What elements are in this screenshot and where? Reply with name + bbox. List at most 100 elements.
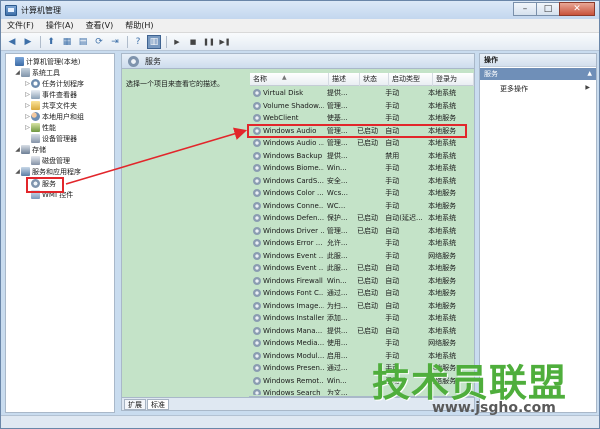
service-startup-type: 手动 xyxy=(385,114,400,123)
pause-service-icon[interactable]: ❚❚ xyxy=(202,35,216,49)
collapse-icon[interactable]: ◢ xyxy=(14,168,21,175)
center-pane-title: 服务 xyxy=(145,56,161,66)
column-header-status[interactable]: 状态 xyxy=(360,73,389,86)
submenu-arrow-icon[interactable]: ▶ xyxy=(585,84,590,91)
service-status: 已启动 xyxy=(357,326,379,335)
table-row[interactable]: Volume Shadow... 管理... 手动 本地系统 xyxy=(250,100,464,113)
watermark-url: www.jsgho.com xyxy=(432,400,556,416)
start-service-icon[interactable]: ▶ xyxy=(170,35,184,49)
table-row[interactable]: Windows Biome... Win... 手动 本地系统 xyxy=(250,162,464,175)
actions-title: 操作 xyxy=(480,54,596,67)
tree-item-event-viewer[interactable]: ▷ 事件查看器 xyxy=(24,89,77,100)
maximize-button[interactable]: □ xyxy=(536,2,560,16)
minimize-button[interactable]: – xyxy=(513,2,537,16)
restart-service-icon[interactable]: ▶❚ xyxy=(218,35,232,49)
table-row[interactable]: Windows Backup 提供... 禁用 本地系统 xyxy=(250,150,464,163)
service-name: Virtual Disk xyxy=(250,89,324,98)
menu-action[interactable]: 操作(A) xyxy=(40,20,80,31)
expand-icon[interactable]: ▷ xyxy=(24,91,31,98)
actions-section-services[interactable]: 服务 ▲ xyxy=(480,68,596,80)
table-row[interactable]: Windows Firewall Win... 已启动 自动 本地服务 xyxy=(250,275,464,288)
table-row[interactable]: Windows Media... 使用... 手动 网络服务 xyxy=(250,337,464,350)
forward-icon[interactable]: ▶ xyxy=(21,35,35,49)
service-name-text: Windows Firewall xyxy=(263,276,323,285)
service-startup-type: 手动 xyxy=(385,339,400,348)
collapse-icon[interactable]: ◢ xyxy=(14,69,21,76)
collapse-caret-icon[interactable]: ▲ xyxy=(587,68,592,80)
menu-view[interactable]: 查看(V) xyxy=(80,20,120,31)
table-row[interactable]: Windows Font C... 通过... 已启动 自动 本地服务 xyxy=(250,287,464,300)
tree-item-services-apps[interactable]: ◢ 服务和应用程序 xyxy=(14,166,81,177)
expand-icon[interactable]: ▷ xyxy=(24,113,31,120)
close-button[interactable]: ✕ xyxy=(559,2,595,16)
service-description: 管理... xyxy=(326,139,348,148)
table-row[interactable]: Windows Event ... 此服... 已启动 自动 本地服务 xyxy=(250,262,464,275)
table-row[interactable]: Windows Mana... 提供... 已启动 自动 本地系统 xyxy=(250,325,464,338)
service-logon-as: 本地系统 xyxy=(428,326,457,335)
tree-item-device-manager[interactable]: 设备管理器 xyxy=(31,133,77,144)
stop-service-icon[interactable]: ■ xyxy=(186,35,200,49)
tree-item-performance[interactable]: ▷ 性能 xyxy=(24,122,56,133)
performance-icon xyxy=(31,123,40,132)
expand-icon[interactable]: ▷ xyxy=(24,102,31,109)
menu-bar: 文件(F) 操作(A) 查看(V) 帮助(H) xyxy=(1,19,599,33)
tree-item-label: 系统工具 xyxy=(32,68,60,77)
properties-icon[interactable]: ▤ xyxy=(76,35,90,49)
column-header-startup-type[interactable]: 启动类型 xyxy=(389,73,433,86)
tab-standard[interactable]: 标准 xyxy=(147,398,169,410)
table-row[interactable]: Windows CardS... 安全... 手动 本地系统 xyxy=(250,175,464,188)
service-name: Volume Shadow... xyxy=(250,101,324,110)
help-icon[interactable]: ? xyxy=(131,35,145,49)
table-row[interactable]: Windows Conne... WC... 手动 本地服务 xyxy=(250,200,464,213)
service-status: 已启动 xyxy=(357,139,379,148)
menu-file[interactable]: 文件(F) xyxy=(1,20,40,31)
table-row[interactable]: Windows Color ... Wcs... 手动 本地服务 xyxy=(250,187,464,200)
table-row[interactable]: Windows Image... 为扫... 已启动 自动 本地服务 xyxy=(250,300,464,313)
tree-item-disk-management[interactable]: 磁盘管理 xyxy=(31,155,70,166)
table-row[interactable]: Windows Event ... 此服... 手动 网络服务 xyxy=(250,250,464,263)
refresh-icon[interactable]: ⟳ xyxy=(92,35,106,49)
column-header-name[interactable]: 名称 ▲ xyxy=(250,73,329,86)
collapse-icon[interactable]: ◢ xyxy=(14,146,21,153)
service-gear-icon xyxy=(253,276,261,285)
column-header-logon-as[interactable]: 登录为 xyxy=(433,73,474,86)
service-startup-type: 手动 xyxy=(385,239,400,248)
tree-item-label: 性能 xyxy=(42,123,56,132)
service-name: Windows Firewall xyxy=(250,276,324,285)
up-folder-icon[interactable]: ⬆ xyxy=(44,35,58,49)
menu-help[interactable]: 帮助(H) xyxy=(119,20,159,31)
tree-item-system-tools[interactable]: ◢ 系统工具 xyxy=(14,67,60,78)
watermark: 技术员联盟 www.jsgho.com xyxy=(372,352,592,422)
more-actions-link[interactable]: 更多操作 xyxy=(500,84,528,94)
service-name-text: Windows Driver ... xyxy=(263,226,324,235)
windows-audio-highlight-box xyxy=(247,124,467,138)
table-row[interactable]: Virtual Disk 提供... 手动 本地系统 xyxy=(250,87,464,100)
service-name-text: WebClient xyxy=(263,114,299,123)
table-row[interactable]: Windows Driver ... 管理... 已启动 自动 本地系统 xyxy=(250,225,464,238)
tree-item-label: 存储 xyxy=(32,145,46,154)
back-icon[interactable]: ◀ xyxy=(5,35,19,49)
tree-item-storage[interactable]: ◢ 存储 xyxy=(14,144,46,155)
tree-item-root[interactable]: 计算机管理(本地) xyxy=(8,56,80,67)
action-pane-icon[interactable]: ▥ xyxy=(147,34,161,49)
table-row[interactable]: Windows Error ... 允许... 手动 本地系统 xyxy=(250,237,464,250)
table-row[interactable]: WebClient 使基... 手动 本地服务 xyxy=(250,112,464,125)
expand-icon[interactable]: ▷ xyxy=(24,124,31,131)
table-row[interactable]: Windows Defen... 保护... 已启动 自动(延迟... 本地系统 xyxy=(250,212,464,225)
tab-extended[interactable]: 扩展 xyxy=(124,398,146,410)
service-name: Windows Defen... xyxy=(250,214,324,223)
service-startup-type: 手动 xyxy=(385,251,400,260)
service-logon-as: 本地服务 xyxy=(428,264,457,273)
export-list-icon[interactable]: ⇥ xyxy=(108,35,122,49)
service-startup-type: 手动 xyxy=(385,164,400,173)
column-header-description[interactable]: 描述 xyxy=(329,73,360,86)
tree-item-local-users[interactable]: ▷ 本地用户和组 xyxy=(24,111,84,122)
expand-icon[interactable]: ▷ xyxy=(24,80,31,87)
show-tree-icon[interactable]: ▦ xyxy=(60,35,74,49)
service-status: 已启动 xyxy=(357,226,379,235)
table-row[interactable]: Windows Audio ... 管理... 已启动 自动 本地系统 xyxy=(250,137,464,150)
table-row[interactable]: Windows Installer 添加... 手动 本地系统 xyxy=(250,312,464,325)
service-description: Wcs... xyxy=(326,189,348,198)
tree-item-task-scheduler[interactable]: ▷ 任务计划程序 xyxy=(24,78,84,89)
tree-item-shared-folders[interactable]: ▷ 共享文件夹 xyxy=(24,100,77,111)
